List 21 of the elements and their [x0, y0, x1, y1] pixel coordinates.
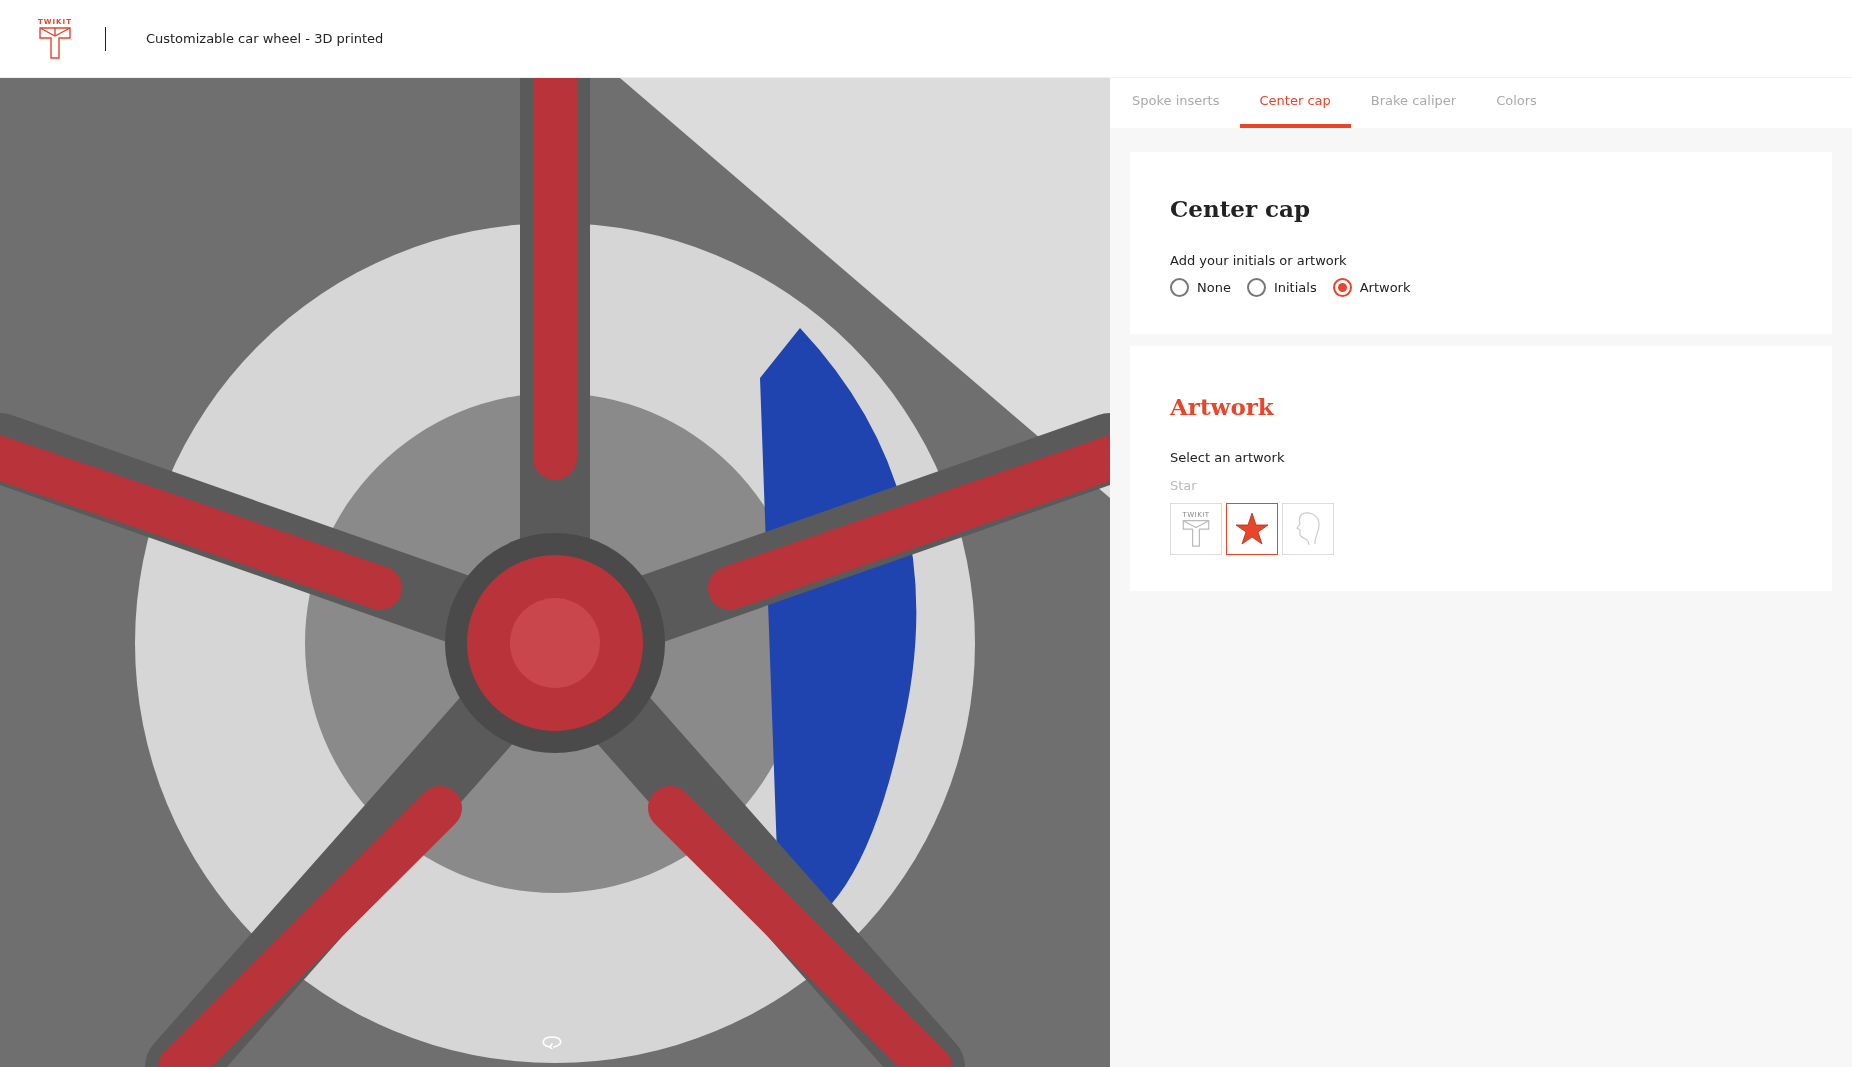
prompt-label: Select an artwork [1170, 449, 1286, 467]
option-label[interactable]: Initials [1273, 278, 1317, 298]
tab[interactable]: Colors [1476, 78, 1557, 128]
tab[interactable]: Center cap [1239, 78, 1351, 128]
section-title: Artwork [1170, 391, 1275, 422]
logo-icon [38, 25, 71, 59]
page-title: Customizable car wheel - 3D printed [145, 29, 384, 48]
radio-button[interactable] [1246, 278, 1266, 298]
selected-artwork-label: Star [1170, 476, 1198, 495]
radio-button[interactable] [1332, 278, 1352, 298]
tab[interactable]: Brake caliper [1350, 78, 1477, 128]
question-label: Add your initials or artwork [1170, 251, 1348, 270]
option-label[interactable]: Artwork [1359, 278, 1411, 298]
option-label[interactable]: None [1197, 278, 1231, 298]
artwork-thumbnail[interactable] [1226, 503, 1278, 555]
tab[interactable]: Spoke inserts [1112, 78, 1240, 128]
section-title: Center cap [1170, 194, 1312, 224]
radio-button[interactable] [1170, 278, 1189, 298]
star-icon [1235, 512, 1269, 546]
head-profile-icon [1294, 511, 1322, 547]
logo-icon [1182, 518, 1210, 547]
